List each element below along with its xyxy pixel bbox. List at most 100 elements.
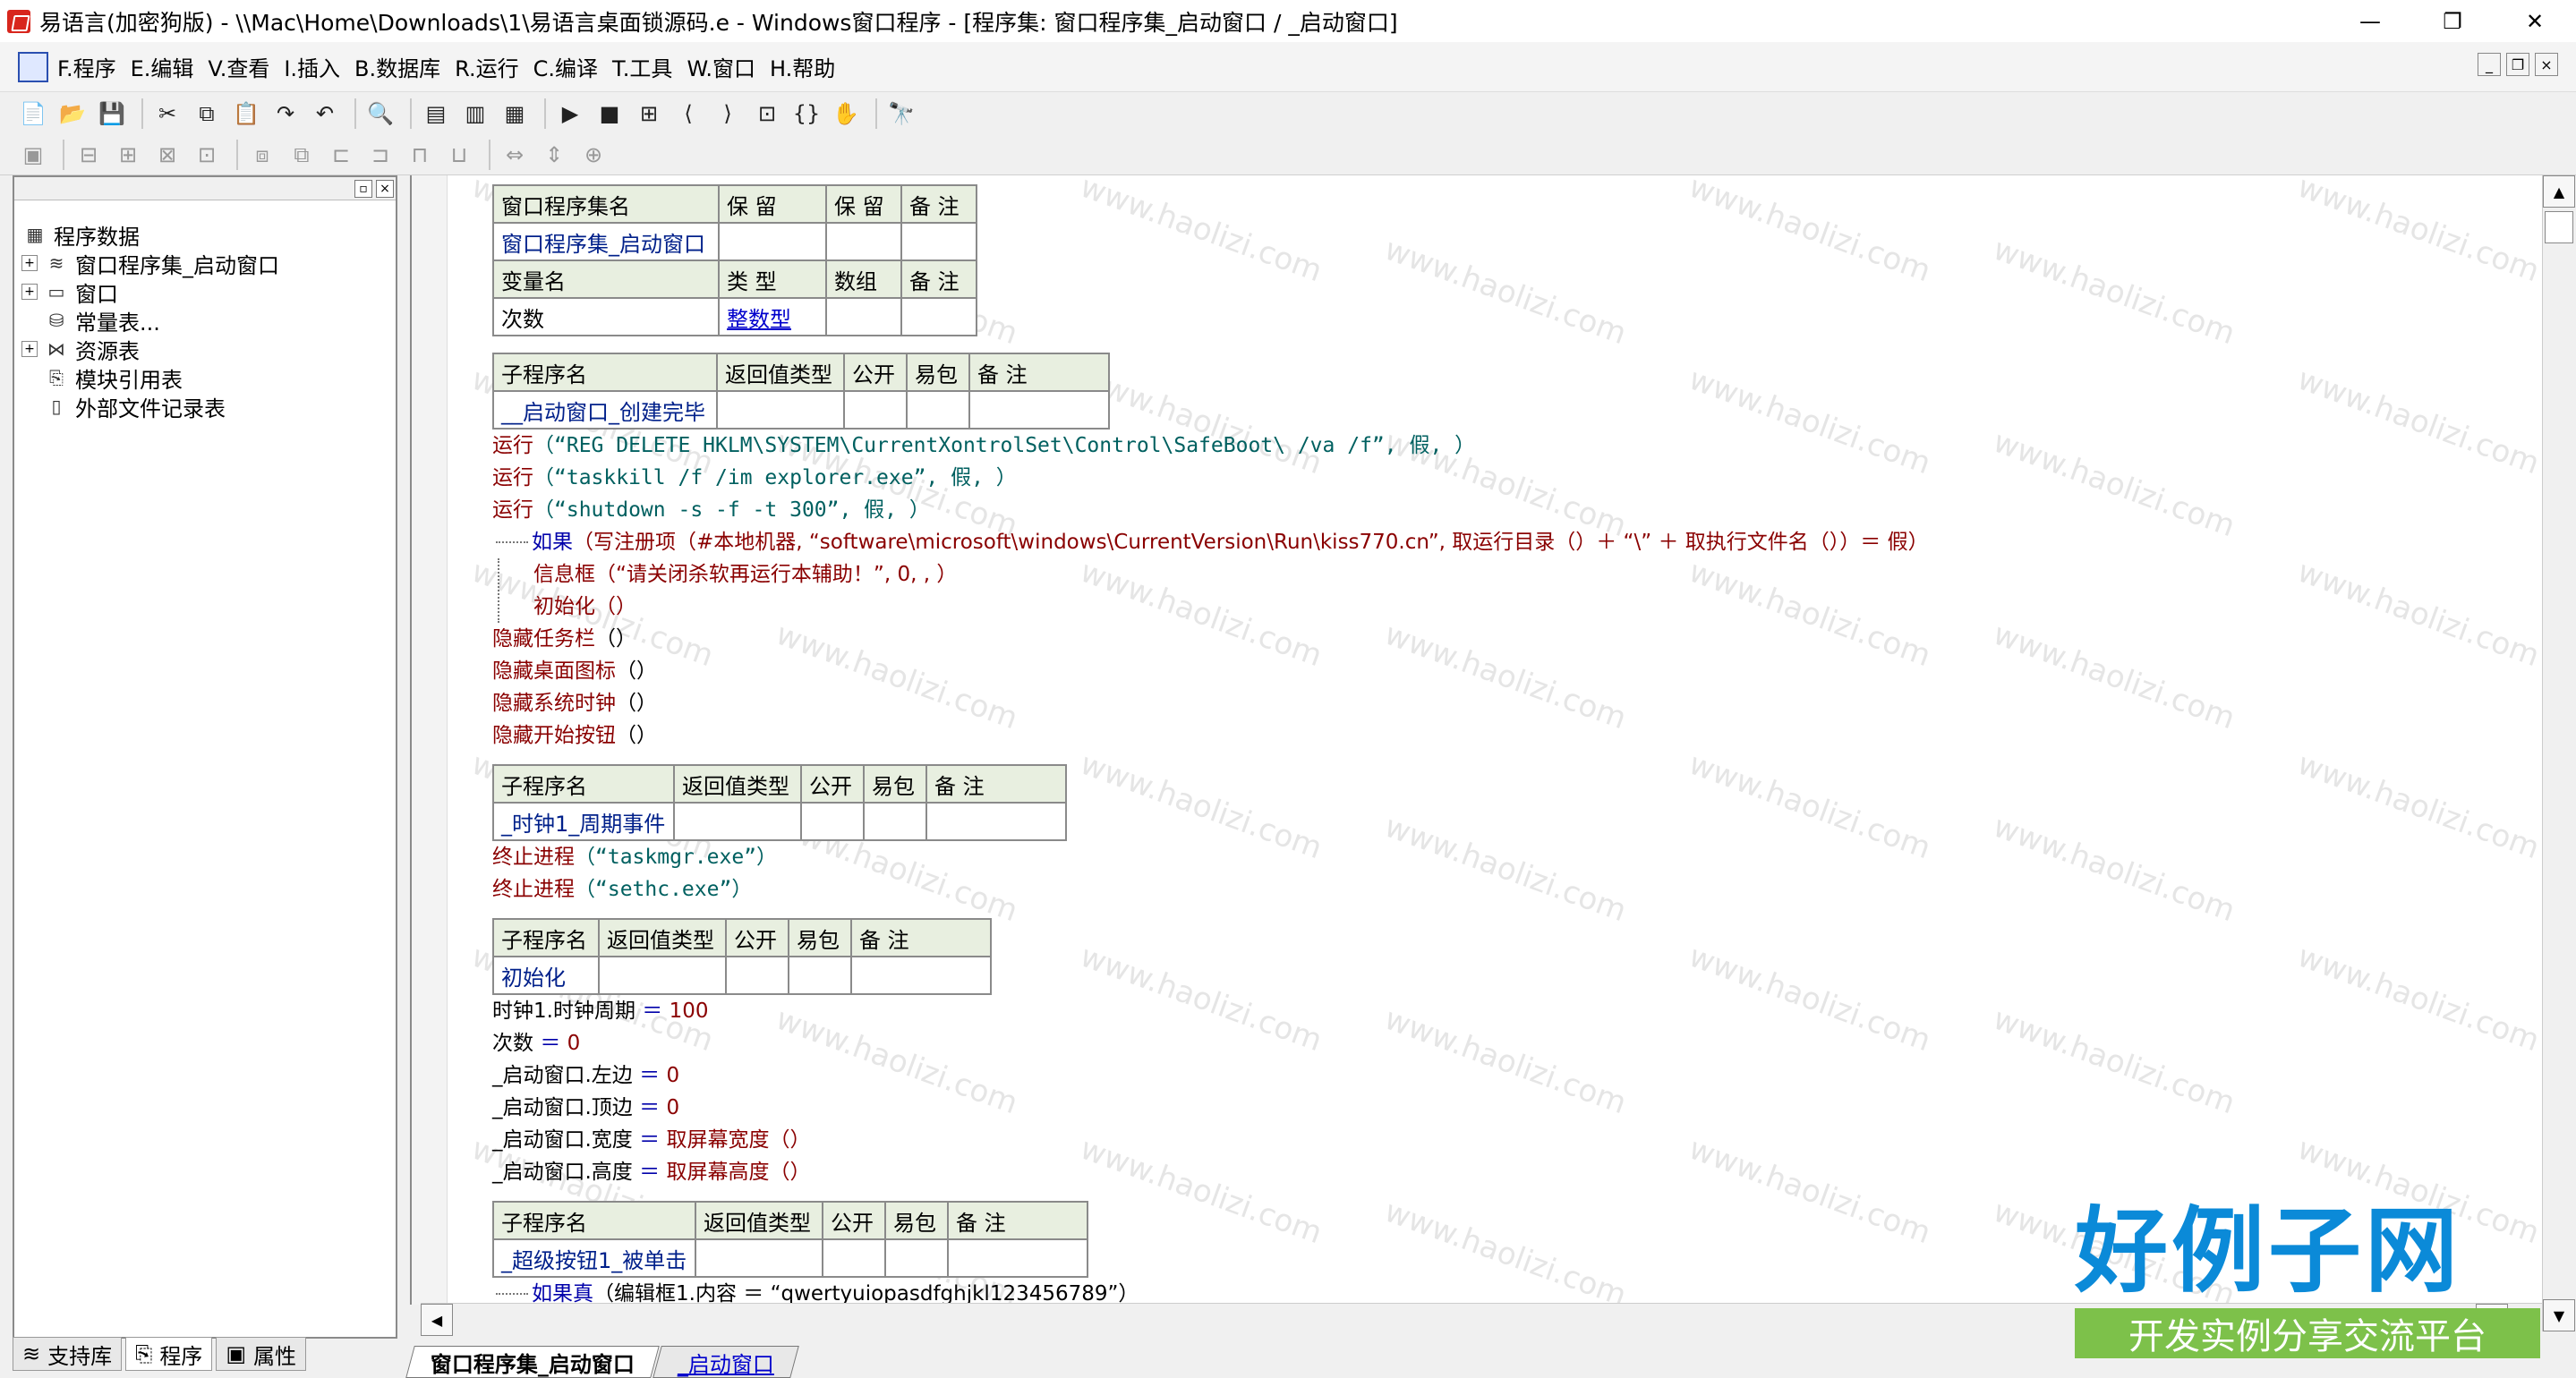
restore-button[interactable]: ❐ — [2411, 0, 2494, 42]
subprogram-name[interactable]: 初始化 — [492, 956, 600, 995]
toolbar-button-icon[interactable]: ■ — [593, 97, 627, 131]
toolbar-button-icon[interactable]: ⊞ — [632, 97, 666, 131]
scroll-down-icon[interactable]: ▼ — [2543, 1299, 2575, 1331]
toolbar-button-icon[interactable]: ⊕ — [576, 138, 610, 172]
toolbar-button-icon[interactable]: ↶ — [308, 97, 342, 131]
assembly-name[interactable]: 窗口程序集_启动窗口 — [492, 222, 720, 261]
toolbar-button-icon[interactable]: {} — [789, 97, 823, 131]
table-cell[interactable] — [968, 390, 1110, 430]
toolbar-button-icon[interactable]: ⊠ — [150, 138, 184, 172]
tree-item[interactable]: ▦ 程序数据 — [21, 220, 279, 250]
toolbar-button-icon[interactable]: ⇔ — [498, 138, 532, 172]
code-line[interactable]: 次数 ＝ 0 — [492, 1027, 1929, 1059]
panel-tab[interactable]: ▣ 属性 — [216, 1337, 306, 1371]
code-line[interactable]: 隐藏桌面图标（） — [492, 655, 1929, 687]
panel-pin-button[interactable]: ▫ — [354, 180, 372, 198]
table-cell[interactable] — [900, 297, 977, 336]
toolbar-button-icon[interactable]: ▥ — [458, 97, 492, 131]
toolbar-button-icon[interactable]: 📄 — [16, 97, 50, 131]
variable-name[interactable]: 次数 — [492, 297, 720, 336]
table-cell[interactable] — [598, 956, 727, 995]
mdi-restore-button[interactable]: ❐ — [2506, 53, 2529, 76]
toolbar-button-icon[interactable]: ▤ — [419, 97, 453, 131]
tree-item[interactable]: ▯ 外部文件记录表 — [21, 392, 279, 421]
editor-tab[interactable]: _启动窗口 — [653, 1346, 799, 1378]
table-cell[interactable] — [863, 802, 927, 841]
code-line[interactable]: 信息框（“请关闭杀软再运行本辅助！”, 0, , ） — [533, 558, 1929, 591]
code-line[interactable]: 如果真（编辑框1.内容 ＝ “qwertyuiopasdfghjkl123456… — [492, 1278, 1929, 1305]
toolbar-button-icon[interactable]: ⊟ — [72, 138, 106, 172]
toolbar-button-icon[interactable]: 🔭 — [884, 97, 918, 131]
table-cell[interactable] — [850, 956, 992, 995]
table-cell[interactable] — [695, 1238, 823, 1278]
code-line[interactable]: 运行（“REG DELETE HKLM\SYSTEM\CurrentXontro… — [492, 430, 1929, 462]
tree-item[interactable]: + ≋ 窗口程序集_启动窗口 — [21, 249, 279, 278]
panel-close-button[interactable]: × — [376, 180, 394, 198]
tree-item[interactable]: ⛁ 常量表... — [21, 306, 279, 336]
table-cell[interactable] — [843, 390, 908, 430]
toolbar-button-icon[interactable]: 💾 — [95, 97, 129, 131]
toolbar-button-icon[interactable]: ▦ — [498, 97, 532, 131]
vertical-scrollbar[interactable]: ▲ ▼ — [2542, 175, 2576, 1331]
code-line[interactable]: 隐藏开始按钮（） — [492, 719, 1929, 752]
table-cell[interactable] — [718, 222, 827, 261]
table-cell[interactable] — [725, 956, 789, 995]
toolbar-button-icon[interactable]: ⊡ — [750, 97, 784, 131]
toolbar-button-icon[interactable]: ⊞ — [111, 138, 145, 172]
table-cell[interactable] — [825, 297, 902, 336]
code-line[interactable]: 时钟1.时钟周期 ＝ 100 — [492, 995, 1929, 1027]
toolbar-button-icon[interactable]: ⟨ — [671, 97, 705, 131]
expand-icon[interactable]: + — [21, 255, 38, 271]
code-line[interactable]: 运行（“taskkill /f /im explorer.exe”, 假, ） — [492, 462, 1929, 494]
code-line[interactable]: 隐藏系统时钟（） — [492, 687, 1929, 719]
code-line[interactable]: 初始化（） — [533, 591, 1929, 623]
table-cell[interactable] — [925, 802, 1067, 841]
table-cell[interactable] — [822, 1238, 886, 1278]
subprogram-name[interactable]: __启动窗口_创建完毕 — [492, 390, 718, 430]
table-cell[interactable] — [884, 1238, 949, 1278]
toolbar-button-icon[interactable]: ✂ — [150, 97, 184, 131]
menu-item-3[interactable]: I.插入 — [284, 51, 340, 82]
code-line[interactable]: _启动窗口.左边 ＝ 0 — [492, 1059, 1929, 1092]
panel-tab[interactable]: ⎘ 程序 — [125, 1337, 213, 1371]
mdi-minimize-button[interactable]: _ — [2478, 53, 2501, 76]
menu-item-6[interactable]: C.编译 — [533, 51, 598, 82]
scroll-up-icon[interactable]: ▲ — [2543, 175, 2575, 208]
menu-item-1[interactable]: E.编辑 — [131, 51, 194, 82]
close-button[interactable]: ✕ — [2494, 0, 2576, 42]
editor-tab[interactable]: 窗口程序集_启动窗口 — [405, 1346, 660, 1378]
table-cell[interactable] — [900, 222, 977, 261]
toolbar-button-icon[interactable]: ⊡ — [190, 138, 224, 172]
menu-item-4[interactable]: B.数据库 — [354, 51, 440, 82]
panel-tab[interactable]: ≋ 支持库 — [13, 1337, 123, 1371]
toolbar-button-icon[interactable]: ↷ — [269, 97, 303, 131]
toolbar-button-icon[interactable]: ⧈ — [245, 138, 279, 172]
table-cell[interactable] — [800, 802, 865, 841]
menu-item-5[interactable]: R.运行 — [455, 51, 518, 82]
toolbar-button-icon[interactable]: 🔍 — [363, 97, 397, 131]
menu-item-0[interactable]: F.程序 — [57, 51, 116, 82]
menu-item-9[interactable]: H.帮助 — [770, 51, 835, 82]
toolbar-button-icon[interactable]: ⧉ — [190, 97, 224, 131]
toolbar-button-icon[interactable]: ⇕ — [537, 138, 571, 172]
code-line[interactable]: 终止进程（“sethc.exe”） — [492, 873, 1929, 906]
table-cell[interactable] — [788, 956, 852, 995]
toolbar-button-icon[interactable]: ⟩ — [711, 97, 745, 131]
toolbar-button-icon[interactable]: ⧉ — [285, 138, 319, 172]
variable-type[interactable]: 整数型 — [718, 297, 827, 336]
code-line[interactable]: _启动窗口.顶边 ＝ 0 — [492, 1092, 1929, 1124]
tree-item[interactable]: + ▭ 窗口 — [21, 277, 279, 307]
code-line[interactable]: _启动窗口.高度 ＝ 取屏幕高度（） — [492, 1156, 1929, 1188]
table-cell[interactable] — [825, 222, 902, 261]
toolbar-button-icon[interactable]: 📂 — [55, 97, 90, 131]
code-line[interactable]: 隐藏任务栏（） — [492, 623, 1929, 655]
code-line[interactable]: 运行（“shutdown -s -f -t 300”, 假, ） — [492, 494, 1929, 526]
toolbar-button-icon[interactable]: ⊐ — [363, 138, 397, 172]
table-cell[interactable] — [947, 1238, 1088, 1278]
menu-item-7[interactable]: T.工具 — [612, 51, 672, 82]
code-line[interactable]: _启动窗口.宽度 ＝ 取屏幕宽度（） — [492, 1124, 1929, 1156]
toolbar-button-icon[interactable]: ⊏ — [324, 138, 358, 172]
toolbar-button-icon[interactable]: ▣ — [16, 138, 50, 172]
menu-item-8[interactable]: W.窗口 — [687, 51, 755, 82]
toolbar-button-icon[interactable]: ✋ — [829, 97, 863, 131]
